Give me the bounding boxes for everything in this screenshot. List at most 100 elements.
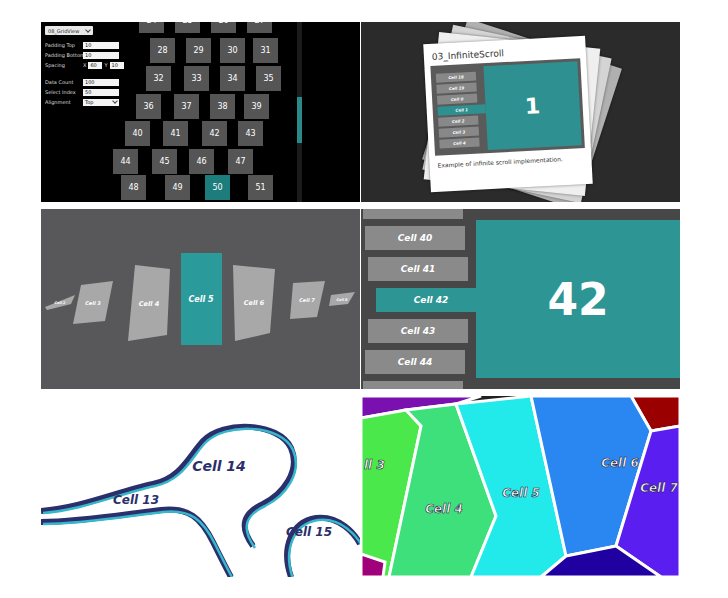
perspective-cell[interactable]: Cell 7	[290, 281, 325, 319]
list-cell[interactable]	[363, 209, 463, 219]
grid-cell[interactable]: 49	[165, 175, 190, 200]
grid-cell[interactable]: 33	[184, 66, 209, 91]
setting-input[interactable]: 10	[110, 62, 124, 69]
setting-label: Select Index	[45, 89, 81, 95]
setting-row: SpacingX60Y10	[45, 61, 125, 69]
grid-cell[interactable]: 40	[125, 121, 150, 146]
cell-label[interactable]: Cell 13	[113, 493, 159, 507]
list-cell[interactable]: Cell 41	[368, 257, 468, 281]
setting-row: Padding Top10	[45, 41, 125, 49]
setting-row: Select Index50	[45, 88, 125, 96]
axis-label: X	[83, 62, 86, 68]
grid-cell[interactable]: 37	[174, 94, 199, 119]
perspective-cell[interactable]: Cell 5	[181, 253, 222, 345]
grid-cell[interactable]: 35	[256, 66, 281, 91]
cell-label: Cell 6	[244, 299, 265, 307]
blob-outline	[41, 427, 294, 546]
list-cell[interactable]: Cell 0	[437, 93, 477, 104]
setting-input[interactable]: 50	[83, 89, 119, 96]
grid-cell[interactable]: 25	[175, 22, 200, 33]
list-cell[interactable]: Cell 44	[365, 350, 465, 374]
perspective-cell[interactable]: Cell 6	[233, 265, 275, 341]
grid-cell[interactable]: 31	[253, 38, 278, 63]
scrollbar-thumb[interactable]	[297, 97, 302, 143]
setting-input[interactable]: 60	[88, 62, 102, 69]
perspective-cell[interactable]: Cell 8	[329, 292, 355, 306]
setting-input[interactable]: 10	[83, 52, 119, 59]
cell-label: Cell 7	[640, 481, 678, 495]
perspective-cell[interactable]: Cell 2	[45, 295, 75, 310]
grid-cell[interactable]: 38	[210, 94, 235, 119]
setting-label: Padding Top	[45, 42, 81, 48]
perspective-cell[interactable]: Cell 3	[73, 281, 113, 324]
list-cell[interactable]	[363, 381, 463, 389]
cell-shape	[128, 265, 170, 341]
preview-list: Cell 18Cell 19Cell 0Cell 1Cell 2Cell 3Ce…	[434, 71, 488, 149]
chevron-icon	[112, 98, 118, 104]
cell-label: Cell 2	[55, 301, 67, 305]
cell-shape	[290, 281, 325, 319]
grid-cell[interactable]: 41	[163, 121, 188, 146]
setting-input[interactable]: 100	[83, 79, 119, 86]
setting-label: Data Count	[45, 79, 81, 85]
setting-dropdown[interactable]: Top	[83, 99, 119, 106]
setting-value: Top	[85, 99, 93, 105]
metaball-view: Cell 13 Cell 14 Cell 15	[41, 396, 360, 577]
grid-cell[interactable]: 42	[202, 121, 227, 146]
voronoi-view: ll 3Cell 4Cell 5Cell 6Cell 7	[361, 396, 680, 577]
grid-cell[interactable]: 26	[211, 22, 236, 33]
voronoi-panel: ll 3Cell 4Cell 5Cell 6Cell 7	[361, 396, 680, 577]
example-card[interactable]: 03_InfiniteScrollCell 18Cell 19Cell 0Cel…	[423, 36, 593, 192]
grid-cell[interactable]: 24	[139, 22, 164, 33]
list-cell[interactable]: Cell 40	[365, 226, 465, 250]
grid-cell[interactable]: 47	[228, 149, 253, 174]
cell-label: Cell 6	[601, 456, 639, 470]
list-cell[interactable]: Cell 4	[439, 137, 479, 148]
grid-cell[interactable]: 50	[205, 175, 230, 200]
setting-label: Spacing	[45, 62, 81, 68]
grid-cell[interactable]: 29	[186, 38, 211, 63]
list-cell[interactable]: Cell 19	[436, 82, 476, 93]
grid-cell[interactable]: 46	[189, 149, 214, 174]
axis-label: Y	[104, 62, 107, 68]
cell-label: Cell 3	[85, 300, 101, 306]
cell-label[interactable]: Cell 14	[192, 458, 246, 474]
grid-cell[interactable]: 34	[220, 66, 245, 91]
perspective-cell[interactable]: Cell 4	[128, 265, 170, 341]
scene-dropdown[interactable]: 08_GridView	[45, 26, 93, 35]
list-cell[interactable]: Cell 1	[437, 104, 485, 115]
cell-shape	[45, 295, 75, 310]
list-cell[interactable]: Cell 43	[368, 319, 468, 343]
list-cell[interactable]: Cell 2	[438, 115, 478, 126]
grid-cell[interactable]: 43	[238, 121, 263, 146]
setting-label: Padding Bottom	[45, 52, 81, 58]
grid-cell[interactable]: 28	[150, 38, 175, 63]
blob-outline	[43, 512, 233, 577]
cell-label[interactable]: Cell 15	[286, 525, 332, 539]
grid-view-panel: 08_GridViewPadding Top10Padding Bottom10…	[41, 22, 360, 202]
cell-label: Cell 4	[139, 300, 160, 308]
cell-shape	[233, 265, 275, 341]
scene-label: 08_GridView	[48, 28, 79, 34]
cell-label: Cell 4	[425, 502, 463, 516]
grid-cell[interactable]: 32	[146, 66, 171, 91]
list-cell[interactable]: Cell 18	[436, 71, 476, 82]
grid-cell[interactable]: 39	[244, 94, 269, 119]
grid-cell[interactable]: 27	[247, 22, 272, 33]
grid-cell[interactable]: 48	[121, 175, 146, 200]
grid-cell[interactable]: 36	[136, 94, 161, 119]
list-cell[interactable]: Cell 3	[439, 126, 479, 137]
chevron-icon	[85, 27, 91, 33]
setting-input[interactable]: 10	[83, 42, 119, 49]
settings-panel: 08_GridViewPadding Top10Padding Bottom10…	[45, 26, 125, 106]
grid-cell[interactable]: 30	[220, 38, 245, 63]
grid-cell[interactable]: 45	[152, 149, 177, 174]
card-description: Example of infinite scroll implementatio…	[437, 154, 585, 169]
cell-label: Cell 5	[502, 486, 540, 500]
cell-shape	[329, 292, 355, 306]
scrollbar-track	[297, 22, 302, 202]
metaball-panel: Cell 13 Cell 14 Cell 15	[41, 396, 360, 577]
grid-cell[interactable]: 51	[248, 175, 273, 200]
list-cell[interactable]: Cell 42	[376, 288, 486, 312]
grid-cell[interactable]: 44	[113, 149, 138, 174]
